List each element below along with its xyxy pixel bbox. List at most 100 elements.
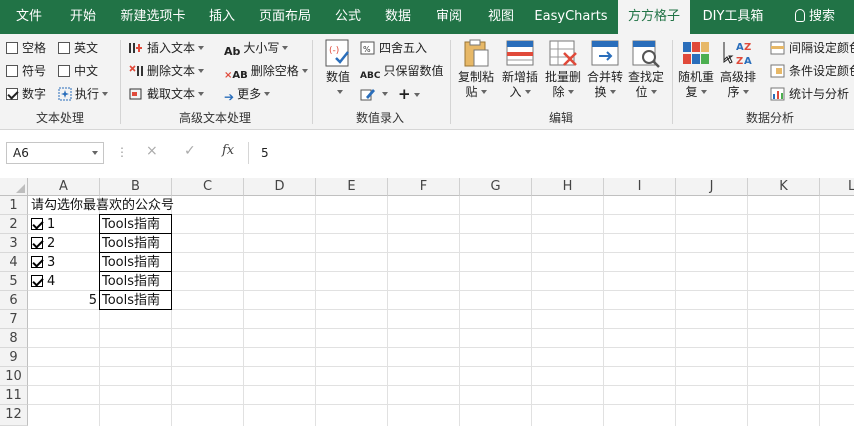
tab-page-layout[interactable]: 页面布局 [250,0,320,34]
delete-space-button[interactable]: ×AB 删除空格 [224,61,308,81]
column-header-h[interactable]: H [532,178,604,196]
cell-a2[interactable]: 1 [31,215,99,234]
checkbox-symbol[interactable]: 符号 [6,61,46,81]
tab-new[interactable]: 新建选项卡 [110,0,196,34]
random-repeat-button[interactable]: 随机重 复 [676,38,716,100]
checkbox-checked-icon[interactable] [31,218,43,230]
spreadsheet-grid[interactable]: A B C D E F G H I J K L 1 2 3 4 5 6 7 8 … [0,178,854,426]
batch-delete-button[interactable]: 批量删 除 [542,38,584,100]
row-header-8[interactable]: 8 [0,329,28,348]
column-header-c[interactable]: C [172,178,244,196]
keep-values-label: 只保留数值 [383,64,444,78]
tab-fangfanggezi[interactable]: 方方格子 [618,0,690,34]
value-button[interactable]: (-) 数值 [318,38,358,100]
row-header-4[interactable]: 4 [0,253,28,272]
chevron-down-icon [524,90,531,94]
chevron-down-icon [700,90,707,94]
cancel-icon[interactable]: × [146,143,158,159]
column-header-k[interactable]: K [748,178,820,196]
enter-icon[interactable]: ✓ [184,143,196,159]
cond-color-button[interactable]: 条件设定颜色 [770,61,854,81]
tab-data[interactable]: 数据 [376,0,420,34]
tab-formulas[interactable]: 公式 [326,0,370,34]
tab-view[interactable]: 视图 [478,0,524,34]
interval-color-button[interactable]: 间隔设定颜色 [770,38,854,58]
stats-icon [770,87,785,101]
column-header-i[interactable]: I [604,178,676,196]
cut-text-button[interactable]: 截取文本 [128,84,205,104]
row-header-2[interactable]: 2 [0,215,28,234]
row-header-3[interactable]: 3 [0,234,28,253]
column-header-e[interactable]: E [316,178,388,196]
round-button[interactable]: % 四舍五入 [360,38,427,58]
cell-a3[interactable]: 2 [31,234,99,253]
tab-insert[interactable]: 插入 [200,0,244,34]
more-button[interactable]: ➔ 更多 [224,84,271,104]
column-header-d[interactable]: D [244,178,316,196]
advanced-sort-button[interactable]: AZZA 高级排 序 [718,38,758,100]
add-insert-button[interactable]: 新增插 入 [499,38,541,100]
tab-home[interactable]: 开始 [60,0,106,34]
find-locate-label: 查找定 [627,70,664,84]
batch-delete-label-2: 除 [552,85,565,99]
cell-b5[interactable]: Tools指南 [102,272,160,291]
case-button[interactable]: Ab 大小写 [224,38,289,58]
formula-bar-grip-icon[interactable]: ⋮ [116,145,128,159]
tab-file[interactable]: 文件 [4,0,54,34]
cell-a5[interactable]: 4 [31,272,99,291]
checkbox-checked-icon[interactable] [31,275,43,287]
row-header-12[interactable]: 12 [0,405,28,426]
cell-b6[interactable]: Tools指南 [102,291,160,310]
cell-a6[interactable]: 5 [29,291,97,310]
checkbox-number[interactable]: 数字 [6,84,46,104]
cell-b3[interactable]: Tools指南 [102,234,160,253]
edit-values-button[interactable] [360,84,388,104]
column-header-j[interactable]: J [676,178,748,196]
column-header-g[interactable]: G [460,178,532,196]
row-header-9[interactable]: 9 [0,348,28,367]
cell-b2[interactable]: Tools指南 [102,215,160,234]
tab-diy-toolbox[interactable]: DIY工具箱 [696,0,770,34]
select-all-corner[interactable] [0,178,28,196]
checkbox-checked-icon[interactable] [31,256,43,268]
find-locate-button[interactable]: 查找定 位 [626,38,666,100]
cell-a4[interactable]: 3 [31,253,99,272]
column-header-f[interactable]: F [388,178,460,196]
option-number: 1 [47,217,56,232]
cell-a1[interactable]: 请勾选你最喜欢的公众号 [31,196,174,215]
row-header-11[interactable]: 11 [0,386,28,405]
row-header-7[interactable]: 7 [0,310,28,329]
cell-b4[interactable]: Tools指南 [102,253,160,272]
ribbon: 空格 英文 符号 中文 数字 执行 文本处理 插入文本 删除文本 截取文本 Ab… [0,34,854,130]
row-header-5[interactable]: 5 [0,272,28,291]
merge-convert-button[interactable]: 合并转 换 [584,38,626,100]
cond-color-icon [770,64,785,78]
tell-me-search[interactable]: 搜索 [780,0,850,34]
tab-easycharts[interactable]: EasyCharts [530,0,612,34]
fx-icon[interactable]: fx [222,143,234,158]
copy-paste-button[interactable]: 复制粘 贴 [456,38,496,100]
column-header-l[interactable]: L [820,178,854,196]
chevron-down-icon [413,93,420,97]
row-header-1[interactable]: 1 [0,196,28,215]
add-button[interactable]: + [398,84,420,104]
delete-text-button[interactable]: 删除文本 [128,61,205,81]
execute-icon [58,87,72,101]
checkbox-english[interactable]: 英文 [58,38,98,58]
tab-review[interactable]: 审阅 [426,0,472,34]
formula-input[interactable]: 5 [248,142,854,164]
column-header-a[interactable]: A [28,178,100,196]
checkbox-chinese[interactable]: 中文 [58,61,98,81]
checkbox-space[interactable]: 空格 [6,38,46,58]
stats-button[interactable]: 统计与分析 [770,84,849,104]
checkbox-checked-icon[interactable] [31,237,43,249]
keep-values-button[interactable]: ABC 只保留数值 [360,61,443,81]
row-header-10[interactable]: 10 [0,367,28,386]
insert-text-button[interactable]: 插入文本 [128,38,205,58]
name-box[interactable]: A6 [6,142,104,164]
row-header-6[interactable]: 6 [0,291,28,310]
execute-button[interactable]: 执行 [58,84,109,104]
chevron-down-icon [609,90,616,94]
column-header-b[interactable]: B [100,178,172,196]
chevron-down-icon [198,46,205,50]
